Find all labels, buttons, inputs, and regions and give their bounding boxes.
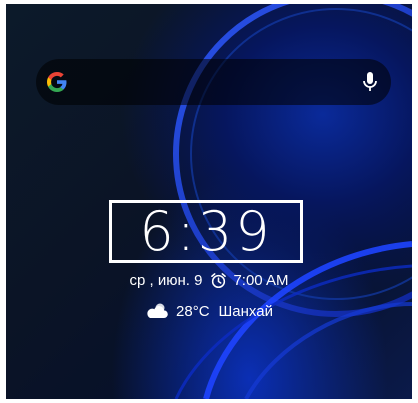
google-search-bar[interactable] xyxy=(36,59,391,105)
city-label: Шанхай xyxy=(218,302,273,320)
google-g-icon xyxy=(47,72,67,92)
partly-cloudy-icon xyxy=(147,303,168,318)
microphone-icon[interactable] xyxy=(359,70,381,94)
home-screen: 6:39 ср , июн. 9 7:00 AM 28°C Шанхай xyxy=(6,4,412,399)
date-alarm-row: ср , июн. 9 7:00 AM xyxy=(6,272,412,289)
weather-row[interactable]: 28°C Шанхай xyxy=(6,302,412,320)
temperature-label: 28°C xyxy=(176,302,210,320)
date-label[interactable]: ср , июн. 9 xyxy=(130,272,203,289)
alarm-clock-icon xyxy=(211,273,227,289)
clock-widget[interactable]: 6:39 xyxy=(109,200,303,263)
alarm-time[interactable]: 7:00 AM xyxy=(233,272,288,289)
clock-time: 6:39 xyxy=(139,199,273,263)
